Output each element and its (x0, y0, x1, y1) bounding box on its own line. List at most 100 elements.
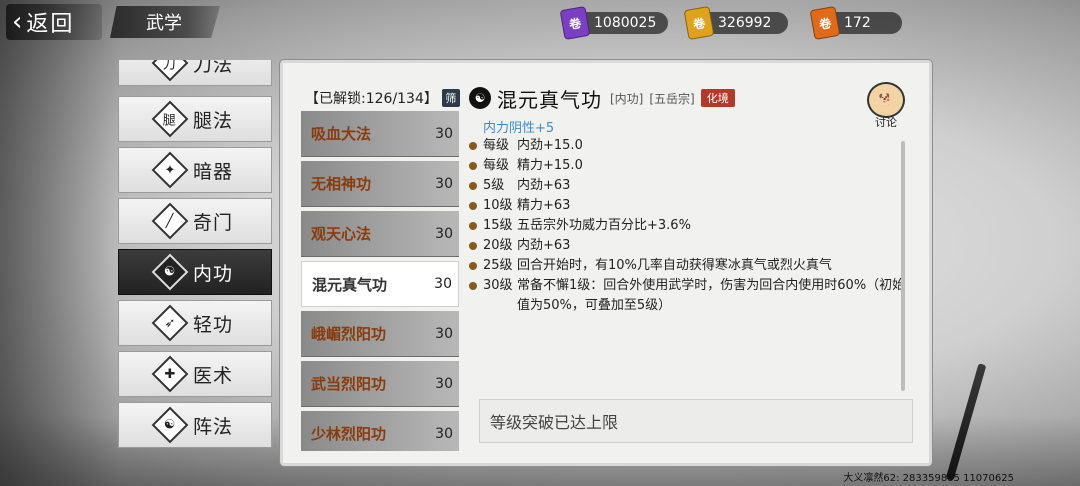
category-label: 暗器 (192, 160, 233, 183)
stat-text: 回合开始时，有10%几率自动获得寒冰真气或烈火真气 (517, 258, 832, 273)
category-medicine[interactable]: ✚ 医术 (118, 351, 272, 397)
currency-flame[interactable]: 卷 172 (809, 5, 902, 41)
category-inner-power[interactable]: ☯ 内功 (118, 249, 272, 295)
stat-text: 内劲+63 (517, 178, 571, 193)
stat-text: 五岳宗外功威力百分比+3.6% (517, 218, 691, 233)
flame-scroll-icon: 卷 (809, 5, 841, 41)
skill-row[interactable]: 武当烈阳功 30 (301, 361, 459, 407)
ink-wash-left (0, 0, 120, 486)
gold-scroll-icon: 卷 (683, 5, 715, 41)
stat-line: 15级 五岳宗外功威力百分比+3.6% (469, 216, 909, 236)
meditation-icon: ☯ (151, 253, 189, 291)
skill-school-tag: [五岳宗] (649, 91, 695, 106)
stat-level: 30级 (483, 278, 513, 293)
stat-line: 5级 内劲+63 (469, 176, 909, 196)
skill-name: 武当烈阳功 (311, 375, 387, 393)
currency-value: 326992 (710, 12, 788, 34)
skill-list: 吸血大法 30 无相神功 30 观天心法 30 混元真气功 30 峨嵋烈阳功 3… (301, 111, 459, 451)
stat-level: 5级 (483, 178, 505, 193)
dog-avatar-icon: 🐕 (867, 82, 905, 118)
skill-row[interactable]: 无相神功 30 (301, 161, 459, 207)
meditation-icon: ☯ (469, 87, 491, 109)
skill-name: 无相神功 (311, 175, 372, 193)
stat-line: 每级 内劲+15.0 (469, 136, 909, 156)
stat-level: 10级 (483, 198, 513, 213)
back-label: 返回 (26, 12, 75, 37)
currency-gold[interactable]: 卷 326992 (683, 5, 788, 41)
bullet-icon (469, 222, 477, 230)
blade-icon: 刀 (151, 60, 189, 82)
bullet-icon (469, 142, 477, 150)
skill-name: 混元真气功 (312, 275, 388, 294)
skill-level: 30 (434, 276, 452, 292)
skill-name: 少林烈阳功 (311, 425, 387, 443)
purple-scroll-icon: 卷 (559, 5, 591, 41)
category-label: 阵法 (192, 415, 233, 438)
skill-name: 观天心法 (311, 225, 372, 243)
stat-level: 每级 (483, 158, 510, 173)
category-formation[interactable]: ☯ 阵法 (118, 402, 272, 448)
stat-level: 20级 (483, 238, 513, 253)
bullet-icon (469, 262, 477, 270)
medicine-icon: ✚ (151, 355, 189, 393)
stat-line: 每级 精力+15.0 (469, 156, 909, 176)
skill-header: ☯ 混元真气功 [内功] [五岳宗] 化境 (469, 83, 909, 113)
bullet-icon (469, 182, 477, 190)
stat-text: 常备不懈1级：回合外使用武学时，伤害为回合内使用时60%（初始值为50%，可叠加… (517, 278, 906, 313)
skill-level: 30 (435, 175, 453, 192)
footer-watermark: 大义凛然62: 283359885 11070625 (843, 473, 1014, 484)
skill-row[interactable]: 少林烈阳功 30 (301, 411, 459, 451)
category-list: 刀 刀法 腿 腿法 ✦ 暗器 ╱ 奇门 ☯ 内功 ➶ 轻功 ✚ 医术 ☯ 阵法 (116, 60, 276, 452)
unlock-count: 【已解锁:126/134】 (305, 91, 438, 107)
currency-value: 1080025 (586, 12, 669, 34)
category-odd-weapon[interactable]: ╱ 奇门 (118, 198, 272, 244)
discuss-button[interactable]: 🐕 讨论 (862, 82, 910, 132)
category-label: 轻功 (192, 313, 233, 336)
skill-row-selected[interactable]: 混元真气功 30 (301, 261, 459, 307)
category-hidden-weapon[interactable]: ✦ 暗器 (118, 147, 272, 193)
detail-scrollbar[interactable] (901, 141, 905, 391)
skill-row[interactable]: 峨嵋烈阳功 30 (301, 311, 459, 357)
category-lightness[interactable]: ➶ 轻功 (118, 300, 272, 346)
skill-name: 峨嵋烈阳功 (311, 325, 387, 343)
stat-text: 内劲+63 (517, 238, 571, 253)
category-blade[interactable]: 刀 刀法 (118, 60, 272, 86)
shuriken-icon: ✦ (151, 151, 189, 189)
bullet-icon (469, 282, 477, 290)
realm-badge: 化境 (700, 89, 735, 107)
stat-level: 15级 (483, 218, 513, 233)
filter-button[interactable]: 筛 (441, 89, 460, 107)
currency-purple[interactable]: 卷 1080025 (559, 5, 669, 41)
category-kick[interactable]: 腿 腿法 (118, 96, 272, 142)
stat-level: 25级 (483, 258, 513, 273)
stat-line: 20级 内劲+63 (469, 236, 909, 256)
skill-row[interactable]: 吸血大法 30 (301, 111, 459, 157)
bullet-icon (469, 202, 477, 210)
category-label: 内功 (192, 262, 233, 285)
stat-line: 25级 回合开始时，有10%几率自动获得寒冰真气或烈火真气 (469, 256, 909, 276)
bullet-icon (469, 242, 477, 250)
chevron-left-icon: ‹ (12, 7, 23, 37)
skill-row[interactable]: 观天心法 30 (301, 211, 459, 257)
skill-level: 30 (435, 425, 453, 442)
stat-text: 精力+63 (517, 198, 571, 213)
stat-text: 内劲+15.0 (517, 138, 583, 153)
back-button[interactable]: ‹ 返回 (6, 4, 102, 40)
top-bar: ‹ 返回 武学 卷 1080025 卷 326992 卷 172 (0, 0, 1080, 44)
skill-level: 30 (435, 325, 453, 342)
leap-icon: ➶ (151, 304, 189, 342)
category-label: 奇门 (192, 211, 233, 234)
odd-weapon-icon: ╱ (151, 202, 189, 240)
page-title: 武学 (110, 6, 220, 38)
skill-name: 吸血大法 (311, 125, 372, 143)
category-label: 腿法 (192, 109, 233, 132)
stat-text: 精力+15.0 (517, 158, 583, 173)
skill-panel: 【已解锁:126/134】 筛 吸血大法 30 无相神功 30 观天心法 30 … (279, 59, 933, 467)
stat-line: 30级 常备不懈1级：回合外使用武学时，伤害为回合内使用时60%（初始值为50%，… (469, 276, 909, 316)
yin-yang-icon: ☯ (151, 406, 189, 444)
skill-title: 混元真气功 (497, 87, 602, 112)
skill-detail: ☯ 混元真气功 [内功] [五岳宗] 化境 内力阴性+5 每级 内劲+15.0 每… (469, 83, 909, 453)
discuss-label: 讨论 (875, 116, 897, 129)
category-label: 医术 (192, 364, 233, 387)
primary-stat: 内力阴性+5 (483, 121, 555, 136)
